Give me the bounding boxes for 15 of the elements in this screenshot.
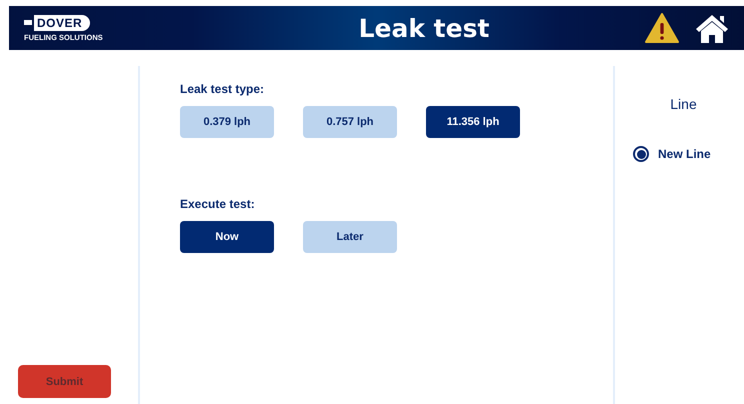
group-label: Leak test type: [180,82,266,96]
panel-title: Line [669,96,698,112]
option-button[interactable]: Now [180,221,274,253]
option-button[interactable]: Later [303,221,397,253]
warning-icon[interactable] [644,12,680,44]
home-icon[interactable] [694,12,730,44]
page-title: Leak test [358,14,490,42]
option-button[interactable]: 0.379 lph [180,106,274,138]
radio-label[interactable]: New Line [658,147,711,161]
logo-name: DOVER [34,14,90,30]
option-button[interactable]: 11.356 lph [426,106,520,138]
option-button[interactable]: 0.757 lph [303,106,397,138]
group-label: Execute test: [180,197,256,211]
radio-button[interactable] [633,146,649,162]
logo-bar-icon [24,20,32,25]
